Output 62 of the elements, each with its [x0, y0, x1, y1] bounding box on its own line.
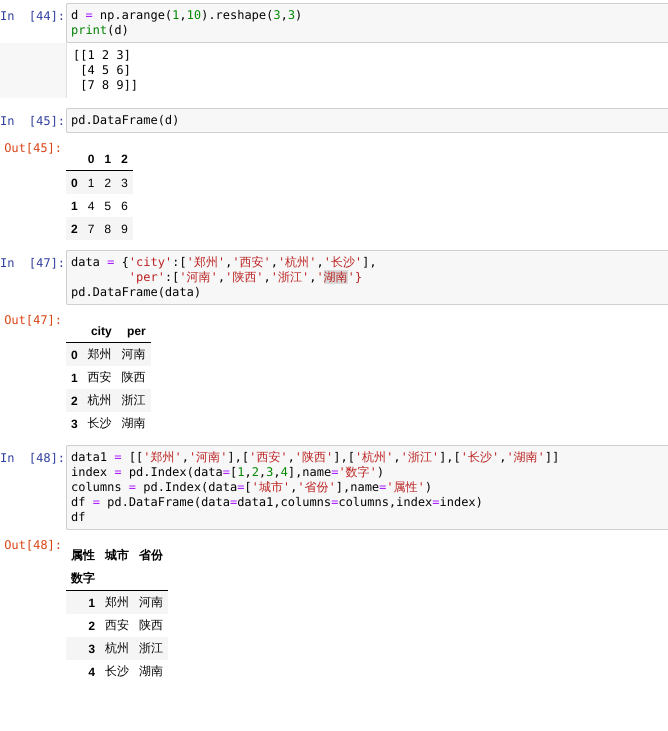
table-cell: 河南	[134, 590, 168, 614]
row-index: 1	[66, 194, 83, 217]
row-index: 3	[66, 412, 83, 435]
code-line: 'per':['河南','陕西','浙江','湖南'}	[128, 270, 364, 285]
table-cell: 3	[116, 170, 133, 194]
code-line: index = pd.Index(data=[1,2,3,4],name='数字')	[71, 465, 386, 480]
table-cell: 杭州	[100, 637, 134, 660]
table-cell: 陕西	[116, 366, 151, 389]
table-cell: 8	[99, 217, 116, 240]
in-prompt: In [47]:	[0, 255, 66, 271]
code-line: data1 = [['郑州','河南'],['西安','陕西'],['杭州','浙江'],['长沙','湖南']]	[71, 450, 560, 465]
out-prompt: Out[45]:	[3, 140, 63, 156]
row-index: 2	[66, 389, 83, 412]
table-cell: 郑州	[100, 590, 134, 614]
row-index: 3	[66, 637, 100, 660]
in-prompt: In [44]:	[0, 8, 66, 24]
code-input[interactable]: data = {'city':['郑州','西安','杭州','长沙'], 'per':['河南','陕西','浙江','湖南'} pd.DataFrame(data)	[66, 250, 668, 305]
code-line: data = {'city':['郑州','西安','杭州','长沙'],	[71, 255, 378, 270]
in-prompt: In [48]:	[0, 450, 66, 466]
code-line: columns = pd.Index(data=['城市','省份'],name='属性')	[71, 480, 434, 495]
table-cell: 湖南	[134, 660, 168, 683]
table-cell: 浙江	[116, 389, 151, 412]
table-cell: 湖南	[116, 412, 151, 435]
table-cell: 4	[82, 194, 100, 217]
table-cell: 郑州	[82, 342, 117, 366]
table-cell: 1	[82, 170, 100, 194]
row-index: 0	[66, 170, 83, 194]
row-index: 4	[66, 660, 100, 683]
code-line: d = np.arange(1,10).reshape(3,3)	[71, 8, 304, 23]
code-line: df = pd.DataFrame(data=data1,columns=columns,index=index)	[71, 495, 484, 510]
row-index: 1	[66, 590, 100, 614]
table-cell: 西安	[82, 366, 117, 389]
row-index: 1	[66, 366, 83, 389]
code-line: pd.DataFrame(d)	[71, 113, 180, 128]
table-cell: 长沙	[100, 660, 134, 683]
code-line: pd.DataFrame(data)	[71, 285, 202, 300]
row-index: 2	[66, 217, 83, 240]
table-cell: 9	[116, 217, 133, 240]
table-cell: 2	[99, 170, 116, 194]
table-cell: 陕西	[134, 614, 168, 637]
row-index: 2	[66, 614, 100, 637]
out-prompt: Out[47]:	[3, 312, 63, 328]
table-cell: 7	[82, 217, 100, 240]
code-input[interactable]: pd.DataFrame(d)	[66, 108, 668, 133]
column-header: 属性	[70, 547, 96, 564]
code-line: df	[71, 510, 86, 525]
table-cell: 杭州	[82, 389, 117, 412]
column-header: 省份	[138, 547, 164, 564]
column-header: 城市	[104, 547, 130, 564]
code-input[interactable]	[66, 445, 668, 530]
out-prompt: Out[48]:	[3, 537, 63, 553]
table-cell: 河南	[116, 342, 151, 366]
row-index: 0	[66, 342, 83, 366]
output-text: [[1 2 3] [4 5 6] [7 8 9]]	[72, 47, 140, 94]
in-prompt: In [45]:	[0, 113, 66, 129]
table-cell: 西安	[100, 614, 134, 637]
table-cell: 6	[116, 194, 133, 217]
table-cell: 5	[99, 194, 116, 217]
code-input[interactable]: d = np.arange(1,10).reshape(3,3) print(d)	[66, 3, 668, 43]
table-cell: 长沙	[82, 412, 117, 435]
code-line: print(d)	[71, 23, 130, 38]
table-cell: 浙江	[134, 637, 168, 660]
